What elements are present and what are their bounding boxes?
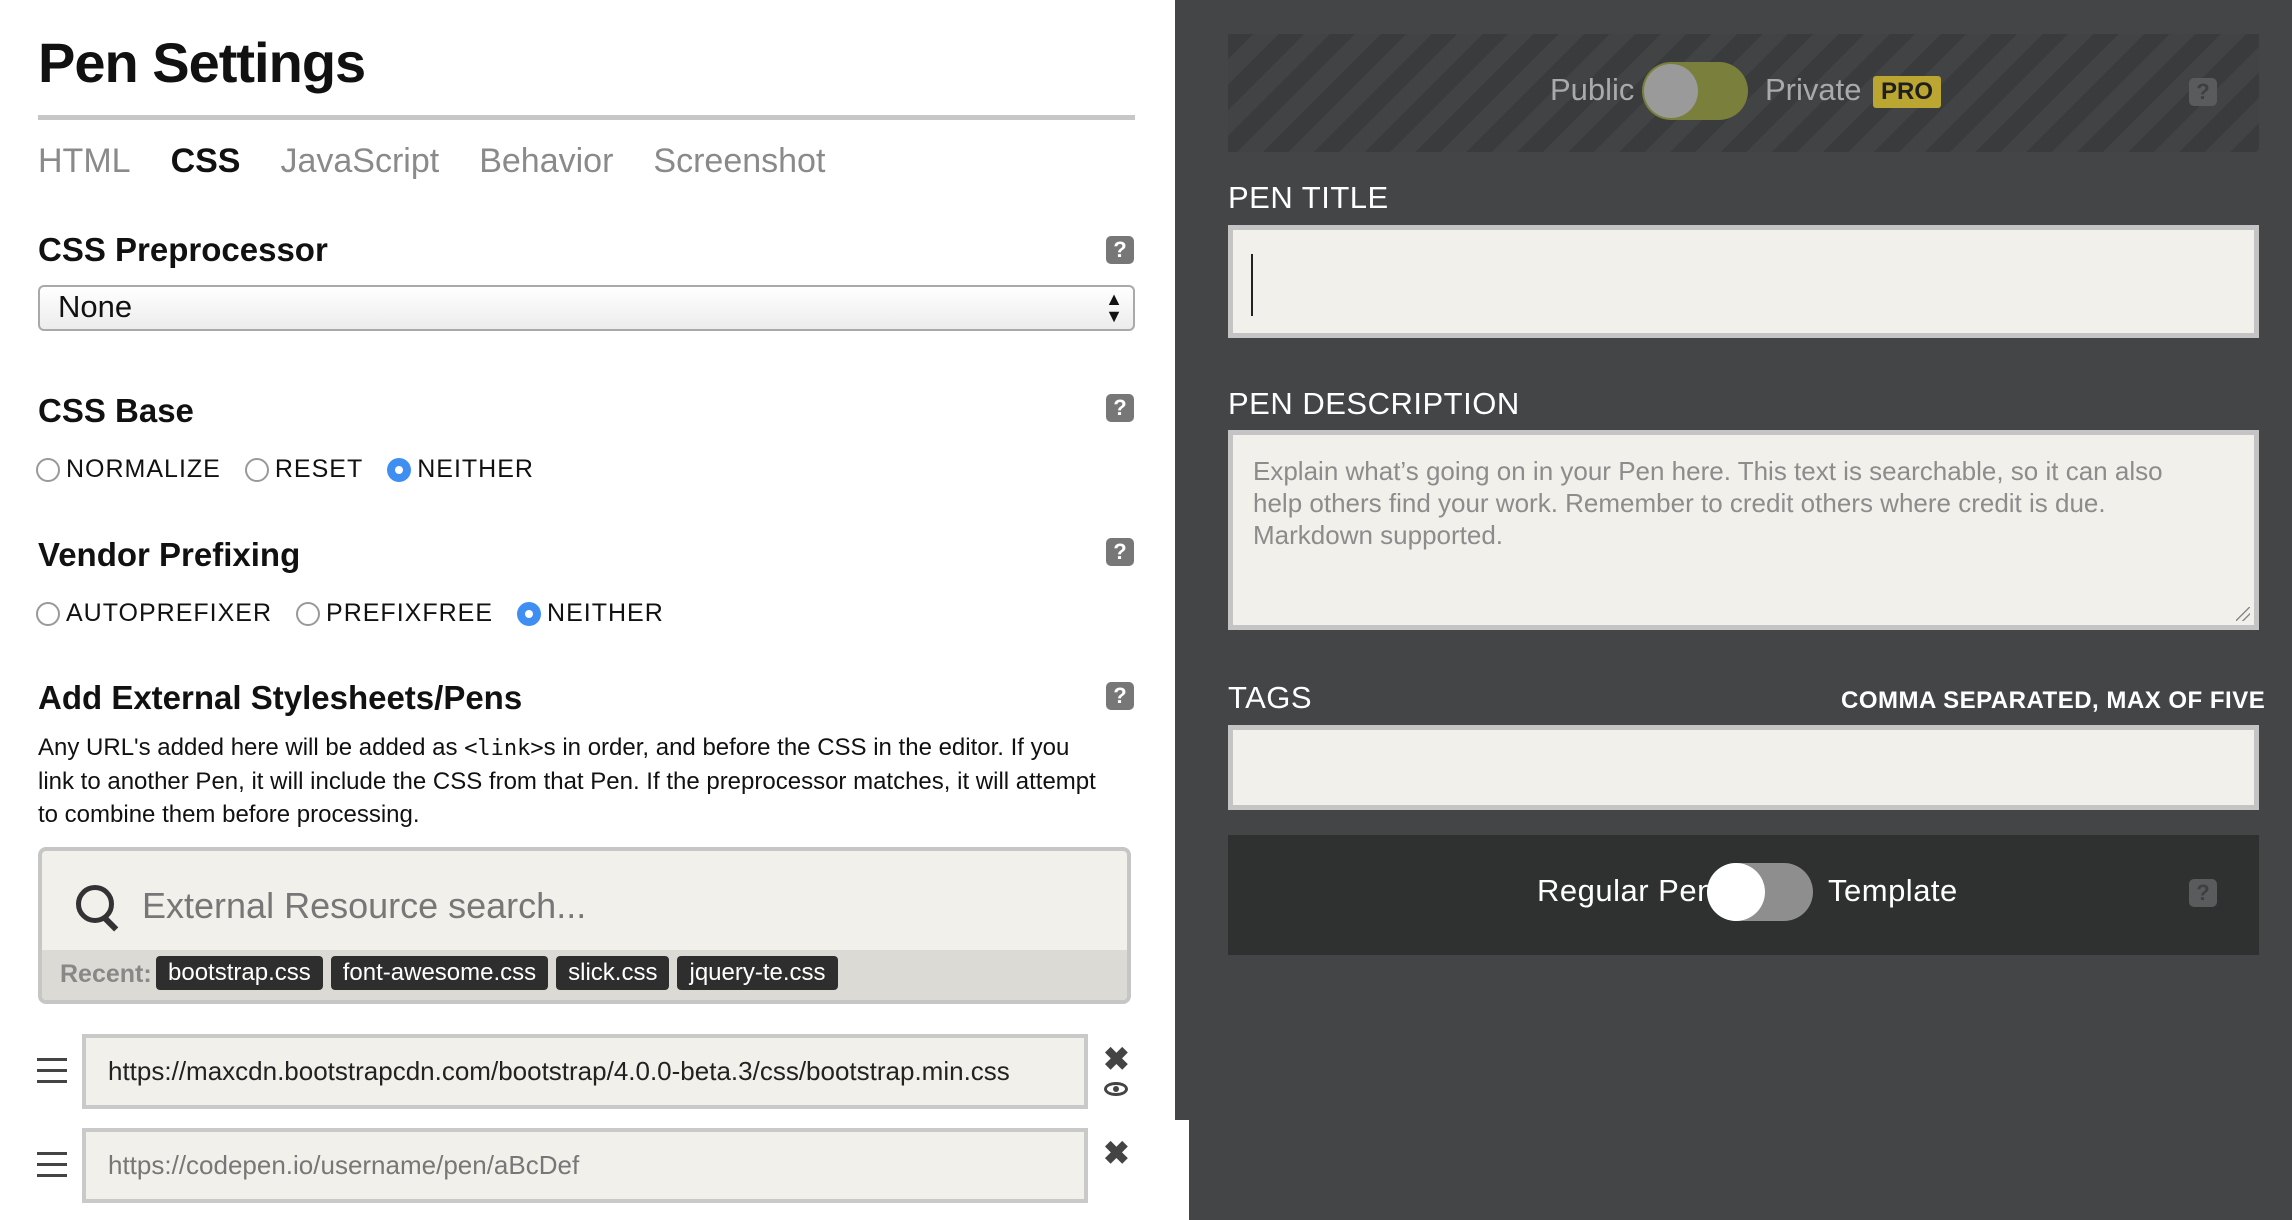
pen-description-textarea[interactable]: Explain what’s going on in your Pen here… — [1228, 430, 2259, 630]
template-label: Template — [1828, 873, 1958, 908]
pen-title-label: PEN TITLE — [1228, 180, 1389, 215]
resource-url-field[interactable]: https://maxcdn.bootstrapcdn.com/bootstra… — [82, 1034, 1088, 1109]
vendor-prefixing-heading: Vendor Prefixing — [38, 536, 301, 573]
help-icon[interactable]: ? — [2189, 78, 2217, 106]
title-divider — [38, 115, 1135, 120]
drag-handle-icon[interactable] — [37, 1058, 67, 1091]
radio-neither[interactable]: NEITHER — [387, 455, 534, 484]
external-stylesheets-heading: Add External Stylesheets/Pens — [38, 679, 523, 716]
radio-label: AUTOPREFIXER — [66, 599, 273, 627]
private-label: Private — [1765, 72, 1862, 107]
recent-chip[interactable]: font-awesome.css — [330, 956, 549, 990]
details-panel-lower — [1189, 1120, 2292, 1220]
recent-bar: Recent: bootstrap.css font-awesome.css s… — [42, 950, 1127, 1000]
external-resource-search[interactable]: External Resource search... Recent: boot… — [38, 847, 1131, 1004]
page-title: Pen Settings — [38, 31, 366, 94]
help-icon[interactable]: ? — [2189, 879, 2217, 907]
search-input[interactable]: External Resource search... — [142, 885, 586, 927]
preprocessor-heading: CSS Preprocessor — [38, 231, 328, 268]
radio-label: NEITHER — [547, 599, 664, 627]
external-description: Any URL's added here will be added as <l… — [38, 731, 1098, 831]
help-icon[interactable]: ? — [1106, 394, 1134, 422]
recent-label: Recent: — [60, 960, 152, 988]
public-label: Public — [1550, 72, 1635, 107]
radio-circle[interactable] — [244, 457, 269, 482]
close-icon[interactable]: ✖ — [1103, 1134, 1130, 1172]
radio-prefixfree[interactable]: PREFIXFREE — [296, 599, 493, 628]
radio-circle[interactable] — [36, 601, 60, 626]
resource-url-field[interactable]: https://codepen.io/username/pen/aBcDef — [82, 1128, 1088, 1203]
regular-pen-label: Regular Pen — [1537, 873, 1715, 908]
desc-text: Any URL's added here will be added as — [38, 734, 465, 761]
toggle-knob — [1707, 863, 1765, 921]
tags-input[interactable] — [1228, 725, 2259, 810]
recent-chips: bootstrap.css font-awesome.css slick.css… — [156, 956, 838, 990]
eye-icon[interactable] — [1104, 1082, 1128, 1096]
desc-code: <link> — [464, 736, 544, 761]
recent-chip[interactable]: jquery-te.css — [677, 956, 838, 990]
tags-label: TAGS — [1228, 680, 1313, 715]
toggle-knob — [1644, 64, 1698, 118]
radio-circle-selected[interactable] — [387, 457, 412, 482]
textarea-resize-icon[interactable] — [2236, 607, 2250, 621]
pro-badge: PRO — [1873, 76, 1942, 108]
text-caret — [1251, 254, 1253, 316]
tab-javascript[interactable]: JavaScript — [280, 142, 439, 181]
recent-chip[interactable]: bootstrap.css — [156, 956, 323, 990]
tab-html[interactable]: HTML — [38, 142, 131, 181]
select-arrows-icon: ▲ ▼ — [1105, 289, 1123, 326]
tab-css[interactable]: CSS — [171, 142, 241, 181]
radio-circle-selected[interactable] — [517, 601, 542, 626]
close-icon[interactable]: ✖ — [1103, 1040, 1130, 1078]
pen-title-input[interactable] — [1228, 225, 2259, 338]
css-base-options: NORMALIZE RESET NEITHER — [36, 455, 558, 484]
radio-label: NORMALIZE — [66, 455, 221, 483]
template-toggle[interactable] — [1707, 863, 1813, 921]
recent-chip[interactable]: slick.css — [556, 956, 670, 990]
help-icon[interactable]: ? — [1106, 236, 1134, 264]
radio-label: NEITHER — [417, 455, 534, 483]
radio-label: RESET — [274, 455, 364, 483]
radio-circle[interactable] — [296, 601, 321, 626]
css-base-heading: CSS Base — [38, 392, 194, 429]
help-icon[interactable]: ? — [1106, 682, 1134, 710]
help-icon[interactable]: ? — [1106, 538, 1134, 566]
tab-screenshot[interactable]: Screenshot — [653, 142, 825, 181]
radio-circle[interactable] — [36, 457, 60, 482]
radio-neither[interactable]: NEITHER — [517, 599, 664, 628]
vendor-prefixing-options: AUTOPREFIXER PREFIXFREE NEITHER — [36, 599, 688, 628]
tags-hint: COMMA SEPARATED, MAX OF FIVE — [1841, 687, 2266, 714]
preprocessor-select[interactable]: None ▲ ▼ — [38, 285, 1135, 331]
tab-behavior[interactable]: Behavior — [479, 142, 613, 181]
radio-reset[interactable]: RESET — [244, 455, 364, 484]
radio-label: PREFIXFREE — [326, 599, 494, 627]
settings-panel: Pen Settings HTML CSS JavaScript Behavio… — [0, 0, 1175, 1220]
preprocessor-selected: None — [58, 289, 133, 324]
search-icon — [76, 885, 114, 923]
description-placeholder: Explain what’s going on in your Pen here… — [1253, 456, 2163, 550]
radio-normalize[interactable]: NORMALIZE — [36, 455, 221, 484]
settings-tabs: HTML CSS JavaScript Behavior Screenshot — [38, 142, 825, 181]
drag-handle-icon[interactable] — [37, 1152, 67, 1185]
pen-description-label: PEN DESCRIPTION — [1228, 386, 1520, 421]
privacy-toggle[interactable] — [1642, 62, 1748, 120]
radio-autoprefixer[interactable]: AUTOPREFIXER — [36, 599, 272, 628]
